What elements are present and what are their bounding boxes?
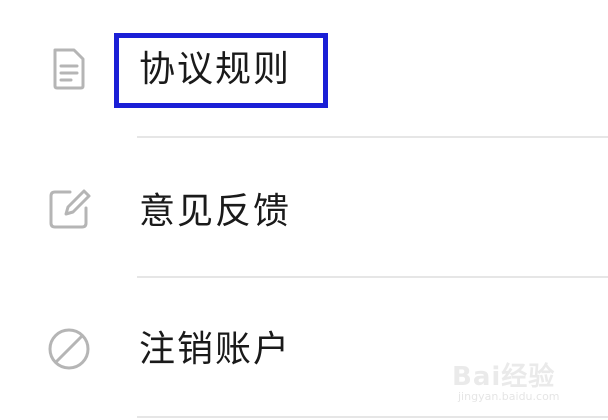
menu-item-label: 意见反馈 (139, 191, 292, 232)
document-icon (46, 46, 92, 92)
menu-item-feedback[interactable]: 意见反馈 (0, 138, 608, 276)
watermark-url: jingyan.baidu.com (458, 390, 560, 403)
prohibited-icon (46, 326, 92, 372)
edit-icon (46, 186, 92, 232)
watermark-logo-text: Bai经验 (452, 362, 556, 392)
divider (137, 416, 608, 418)
baidu-jingyan-watermark: Bai经验 jingyan.baidu.com (452, 350, 572, 410)
highlight-annotation-box (114, 33, 328, 108)
menu-item-label: 注销账户 (139, 329, 292, 370)
